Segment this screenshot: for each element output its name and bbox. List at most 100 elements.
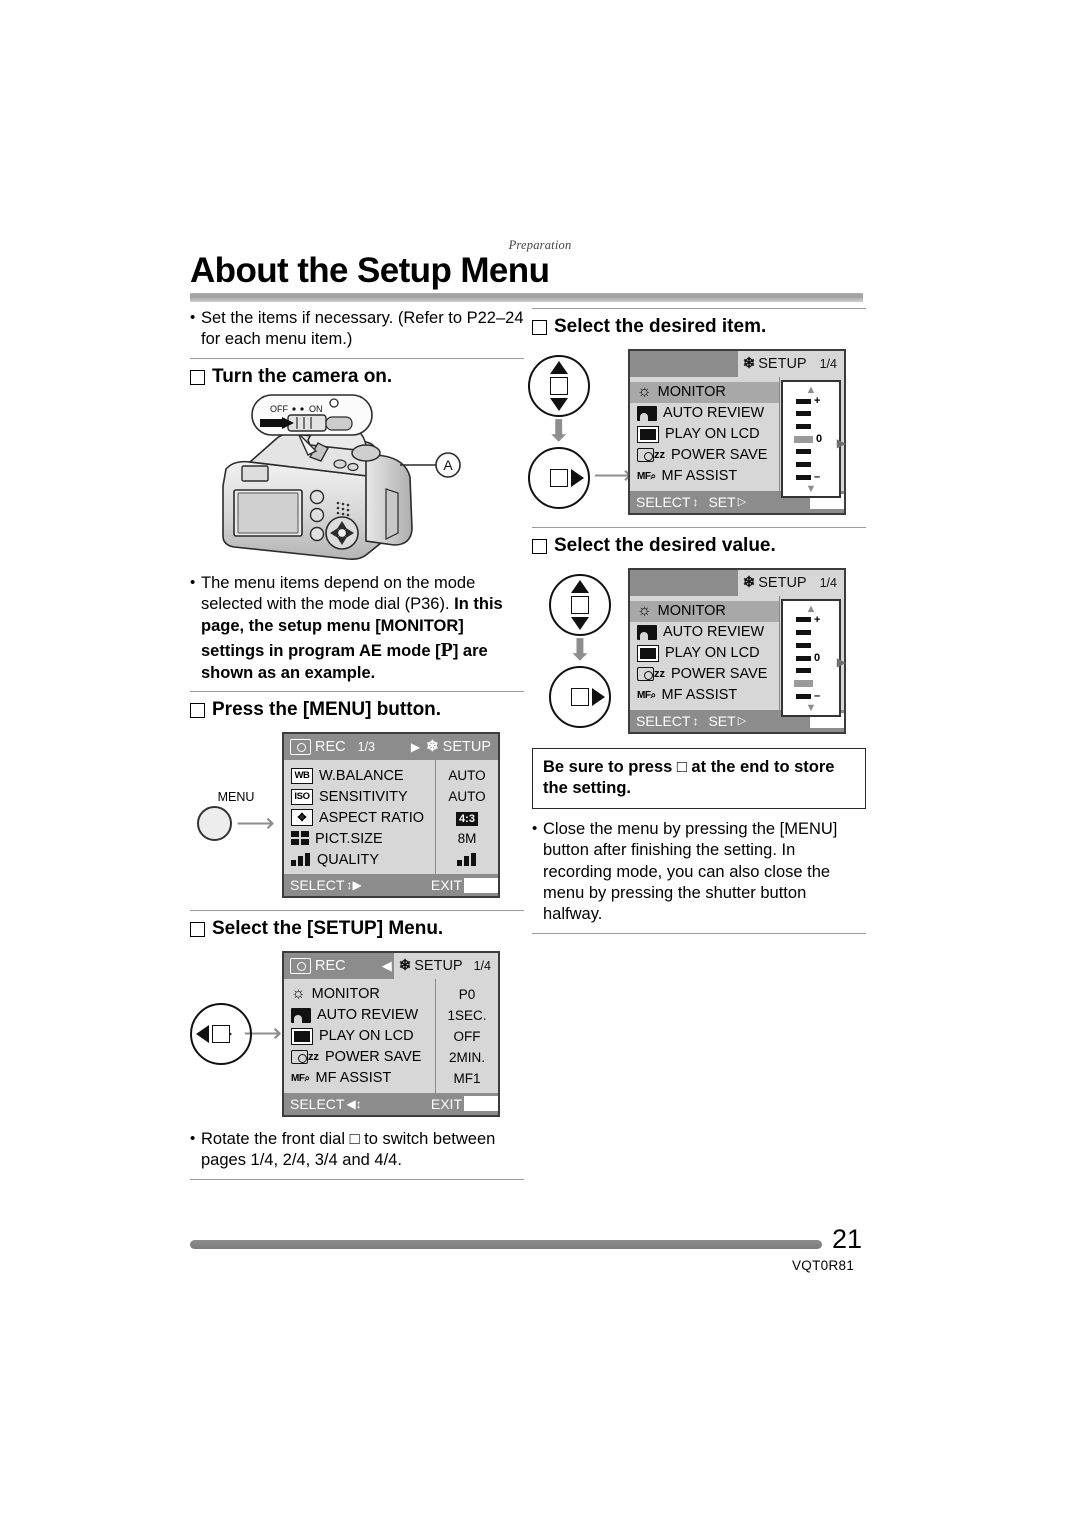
setup-tab-label[interactable]: SETUP	[443, 739, 491, 755]
mf-assist-icon: MF⌕	[637, 470, 656, 482]
menu-row-label: QUALITY	[317, 851, 380, 868]
page-number: 21	[832, 1224, 863, 1254]
rec-menu-values: AUTO AUTO 4:3 8M	[435, 760, 498, 875]
joypad-right-icon[interactable]	[190, 1002, 252, 1065]
setup-menu-values: P0 1SEC. OFF 2MIN. MF1	[435, 978, 498, 1093]
joypad-right	[570, 376, 584, 395]
menu-value: P0	[458, 986, 476, 1002]
menu-row-monitor[interactable]: ☼ MONITOR	[284, 984, 435, 1005]
menu-row-play-on-lcd[interactable]: PLAY ON LCD	[630, 424, 779, 445]
rec-tab-label[interactable]: REC	[315, 958, 346, 974]
menu-row-mf-assist[interactable]: MF⌕ MF ASSIST	[630, 685, 779, 706]
menu-row-power-save[interactable]: zz POWER SAVE	[630, 664, 779, 685]
slider-zero-label: 0	[814, 652, 821, 665]
wrench-setup-icon: ❄	[742, 354, 756, 372]
front-dial-text: Rotate the front dial □ to switch betwee…	[201, 1129, 496, 1170]
menu-row-label: POWER SAVE	[325, 1049, 422, 1066]
menu-row-pict-size[interactable]: PICT.SIZE	[284, 828, 435, 849]
menu-row-wbalance[interactable]: WB W.BALANCE	[284, 765, 435, 786]
menu-row-monitor[interactable]: ☼ MONITOR	[630, 600, 779, 622]
power-save-icon: zz	[637, 448, 665, 463]
rec-menu-block: MENU ⟶ REC 1/3 ▶ ❄ SETUP WB W.BALANCE IS…	[190, 732, 524, 899]
menu-row-monitor[interactable]: ☼ MONITOR	[630, 381, 779, 403]
joypad-up	[549, 360, 568, 374]
joypad-updown-icon[interactable]	[527, 354, 590, 417]
joypad-left	[555, 687, 568, 706]
item-select-screen: ❄ SETUP 1/4 ☼ MONITOR AUTO REVIEW PLAY O…	[628, 348, 846, 515]
chevron-up-icon: ▲	[805, 602, 817, 615]
item-menu-titlebar: ❄ SETUP 1/4	[630, 350, 844, 377]
menu-row-label: PLAY ON LCD	[319, 1028, 414, 1045]
step-label: Turn the camera on.	[212, 365, 393, 387]
footer-rule	[190, 1240, 822, 1249]
menu-row-play-on-lcd[interactable]: PLAY ON LCD	[284, 1026, 435, 1047]
monitor-brightness-slider-2[interactable]: ▲ + 0 – ▼	[781, 598, 841, 717]
menu-row-label: MONITOR	[657, 384, 726, 401]
menu-row-play-on-lcd[interactable]: PLAY ON LCD	[630, 643, 779, 664]
footer-set-label[interactable]: SET	[708, 713, 735, 729]
step-checkbox-icon	[532, 320, 547, 335]
joypad-down	[549, 397, 568, 411]
menu-row-power-save[interactable]: zz POWER SAVE	[284, 1047, 435, 1068]
divider	[532, 526, 866, 528]
menu-row-label: POWER SAVE	[671, 447, 768, 464]
chevron-left-icon: ◀	[381, 957, 392, 973]
item-menu-items: ☼ MONITOR AUTO REVIEW PLAY ON LCD zz POW…	[630, 377, 779, 491]
intro-bullet-text: Set the items if necessary. (Refer to P2…	[201, 309, 524, 349]
mf-assist-icon: MF⌕	[291, 1072, 310, 1084]
menu-row-auto-review[interactable]: AUTO REVIEW	[630, 622, 779, 643]
tick	[796, 449, 811, 455]
updown-arrow-icon: ↕	[692, 713, 699, 728]
joypad-right	[570, 468, 584, 487]
menu-button-icon[interactable]	[197, 805, 233, 841]
tick	[796, 655, 811, 661]
joypad-updown-icon[interactable]	[549, 573, 611, 636]
updown-arrow-icon: ↕	[692, 494, 699, 509]
setup-tab-label[interactable]: SETUP	[758, 575, 806, 591]
menu-row-aspect-ratio[interactable]: ✥ ASPECT RATIO	[284, 807, 435, 828]
tick	[796, 474, 811, 480]
manual-page: Preparation About the Setup Menu • Set t…	[0, 0, 1080, 1526]
menu-row-label: PLAY ON LCD	[665, 645, 760, 661]
value-select-block: ⬇ ❄ SETUP 1/4 ☼ MONITOR AUTO REVIEW PLAY…	[532, 567, 866, 734]
divider	[190, 691, 524, 693]
aspect-ratio-icon: ✥	[291, 809, 313, 827]
wrench-setup-icon: ❄	[398, 956, 412, 974]
front-dial-bullet: • Rotate the front dial □ to switch betw…	[190, 1129, 524, 1172]
rec-menu-items: WB W.BALANCE ISO SENSITIVITY ✥ ASPECT RA…	[284, 760, 435, 874]
step-press-menu-button: Press the [MENU] button.	[190, 698, 524, 722]
menu-row-quality[interactable]: QUALITY	[284, 849, 435, 870]
chevron-up-icon: ▲	[805, 383, 817, 396]
quality-icon	[291, 852, 311, 867]
menu-value-aspect: 4:3	[456, 812, 478, 827]
tick	[796, 424, 811, 430]
setup-tab-label[interactable]: SETUP	[414, 958, 462, 974]
rec-tab-label[interactable]: REC	[315, 739, 346, 755]
footer-set-label[interactable]: SET	[708, 494, 735, 510]
menu-value: AUTO	[448, 789, 486, 805]
menu-row-mf-assist[interactable]: MF⌕ MF ASSIST	[284, 1068, 435, 1089]
menu-row-label: AUTO REVIEW	[317, 1007, 419, 1024]
menu-row-label: SENSITIVITY	[319, 788, 408, 805]
play-on-lcd-icon	[637, 425, 659, 443]
footer-exit-label[interactable]: EXIT	[431, 1096, 462, 1112]
joypad-up	[571, 671, 589, 685]
joypad-right-icon[interactable]	[549, 665, 611, 728]
menu-row-power-save[interactable]: zz POWER SAVE	[630, 445, 779, 466]
arrow-down-icon: ⬇	[567, 633, 593, 667]
chevron-down-icon: ▼	[805, 482, 817, 495]
joypad-down	[212, 1045, 230, 1059]
tick	[796, 617, 811, 623]
monitor-brightness-slider-1[interactable]: ▲ + 0 – ▼	[781, 379, 841, 498]
menu-row-mf-assist[interactable]: MF⌕ MF ASSIST	[630, 466, 779, 487]
joypad-right-icon[interactable]	[527, 446, 590, 509]
footer-select-label: SELECT	[636, 493, 691, 510]
menu-row-auto-review[interactable]: AUTO REVIEW	[284, 1005, 435, 1026]
menu-row-sensitivity[interactable]: ISO SENSITIVITY	[284, 786, 435, 807]
menu-row-label: MF ASSIST	[661, 468, 738, 485]
setup-tab-label[interactable]: SETUP	[758, 356, 806, 372]
joypad-left	[196, 1024, 209, 1043]
updown-arrow-icon: ↕▶	[346, 878, 362, 893]
menu-row-auto-review[interactable]: AUTO REVIEW	[630, 403, 779, 424]
footer-exit-label[interactable]: EXIT	[431, 877, 462, 893]
